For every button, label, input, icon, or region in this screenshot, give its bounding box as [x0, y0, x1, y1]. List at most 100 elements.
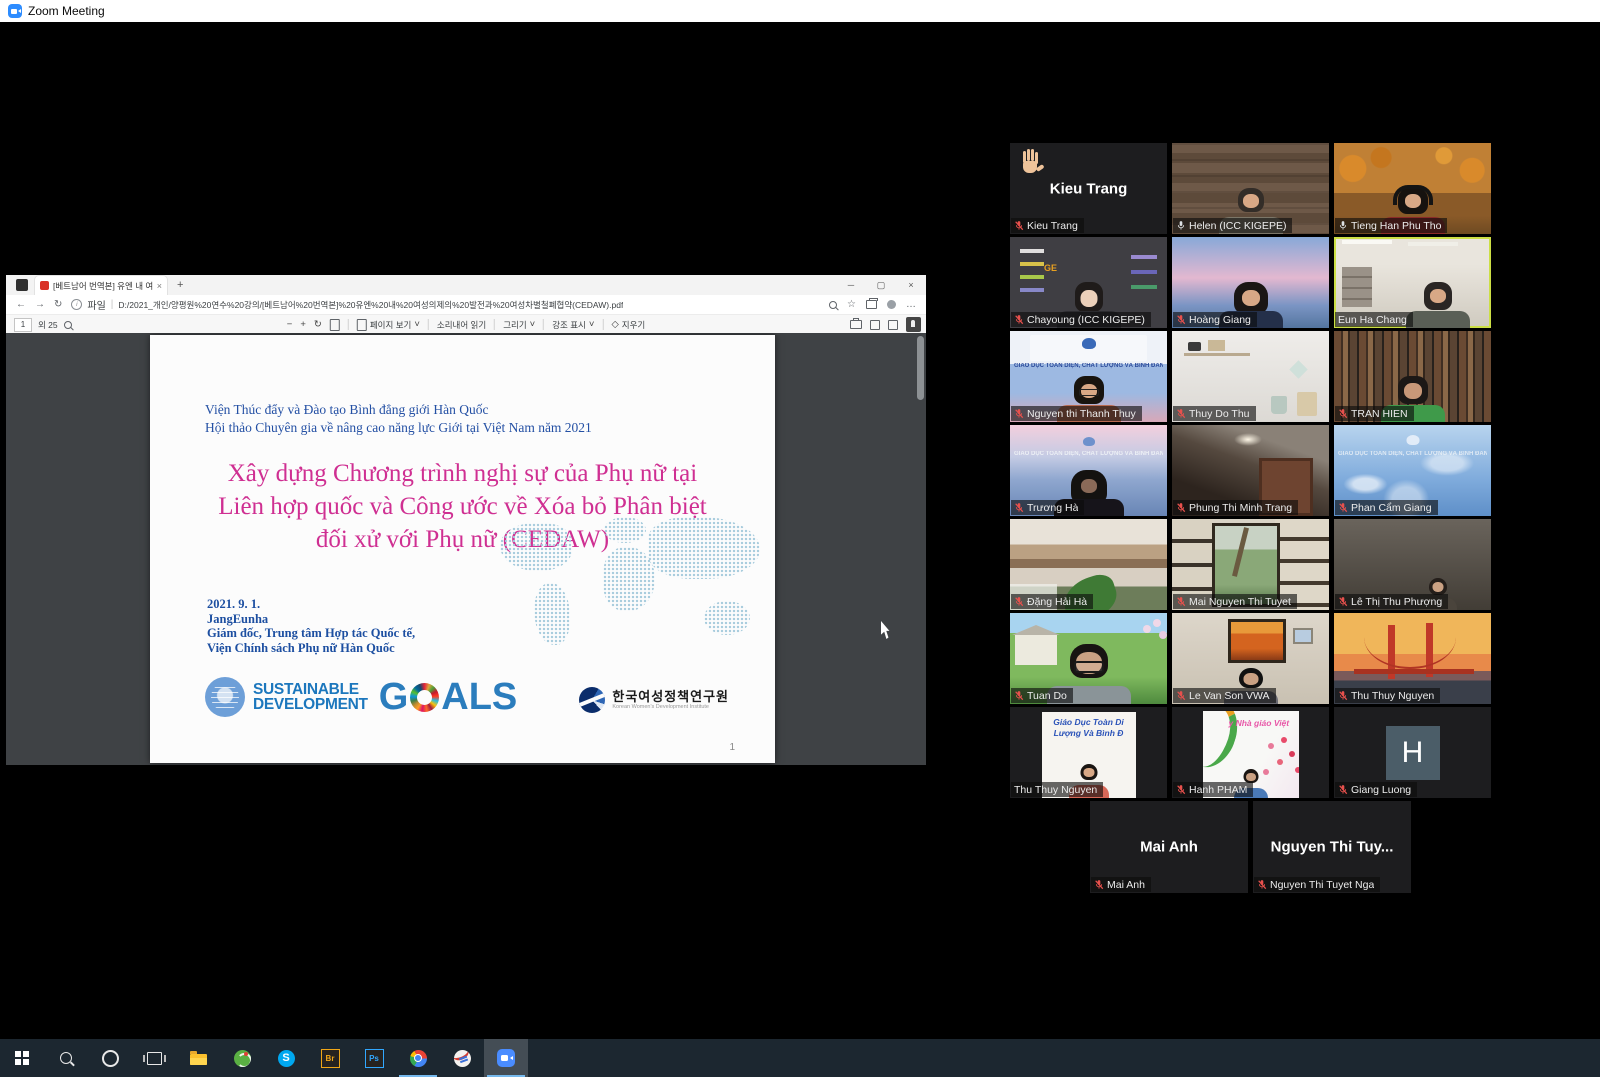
- taskbar-adobe-bridge[interactable]: Br: [308, 1039, 352, 1077]
- video-tile[interactable]: Đặng Hải Hà: [1010, 519, 1167, 610]
- new-tab-button[interactable]: +: [177, 279, 183, 291]
- taskbar-file-explorer[interactable]: [176, 1039, 220, 1077]
- highlight-button[interactable]: 강조 표시˅: [552, 319, 594, 331]
- kwdi-korean: 한국여성정책연구원: [612, 690, 729, 704]
- sdg-wheel-icon: [410, 683, 439, 712]
- taskbar-cortana[interactable]: [88, 1039, 132, 1077]
- scene-shape: [1234, 433, 1262, 446]
- zoom-in-button[interactable]: +: [300, 319, 306, 330]
- taskbar-zoom[interactable]: [484, 1039, 528, 1077]
- taskbar-search[interactable]: [44, 1039, 88, 1077]
- close-button[interactable]: ×: [896, 275, 926, 295]
- green-app-icon: [234, 1050, 251, 1067]
- participant-label: Nguyen thi Thanh Thuy: [1011, 406, 1142, 421]
- scene-shape: [1023, 161, 1037, 173]
- address-bar: ← → ↻ i 파일 | D:/2021_개인/양평원%20연수%20강의/[베…: [6, 295, 926, 315]
- video-tile[interactable]: GIÁO DỤC TOÀN DIỆN, CHẤT LƯỢNG VÀ BÌNH Đ…: [1010, 331, 1167, 422]
- zoom-search-icon[interactable]: [829, 301, 837, 309]
- video-tile[interactable]: Helen (ICC KIGEPE): [1172, 143, 1329, 234]
- video-tile[interactable]: Giáo Dục Toàn Di Lượng Và Bình Đ Thu Thu…: [1010, 707, 1167, 798]
- pdf-toolbar: 1 외 25 − + ↻ 페이지 보기˅ 소리내어 읽기 그리기˅ 강조 표시˅…: [6, 315, 926, 335]
- collections-icon[interactable]: [866, 300, 877, 309]
- scene-shape: [1364, 631, 1456, 669]
- taskbar-skype[interactable]: S: [264, 1039, 308, 1077]
- tab-close-icon[interactable]: ×: [157, 281, 162, 291]
- participant-label: Mai Anh: [1091, 877, 1151, 892]
- page-number-input[interactable]: 1: [14, 318, 32, 332]
- back-icon[interactable]: ←: [16, 299, 26, 310]
- mic-muted-icon: [1338, 784, 1348, 795]
- sdg-line2: DEVELOPMENT: [253, 697, 368, 713]
- taskbar-green-app[interactable]: [220, 1039, 264, 1077]
- video-tile[interactable]: Mai Anh Mai Anh: [1090, 801, 1248, 893]
- video-tile[interactable]: GE Chayoung (ICC KIGEPE): [1010, 237, 1167, 328]
- rotate-button[interactable]: ↻: [314, 319, 322, 330]
- taskbar-task-view[interactable]: [132, 1039, 176, 1077]
- scene-text: Giáo Dục Toàn Di: [1042, 717, 1136, 728]
- video-tile[interactable]: GIÁO DỤC TOÀN DIỆN, CHẤT LƯỢNG VÀ BÌNH Đ…: [1010, 425, 1167, 516]
- participant-label: Tuan Do: [1011, 688, 1073, 703]
- taskbar-chrome[interactable]: [396, 1039, 440, 1077]
- video-tile[interactable]: Tieng Han Phu Tho: [1334, 143, 1491, 234]
- draw-button[interactable]: 그리기˅: [503, 319, 535, 331]
- video-tile[interactable]: Hoàng Giang: [1172, 237, 1329, 328]
- slide-role-line2: Viện Chính sách Phụ nữ Hàn Quốc: [207, 641, 415, 656]
- video-tile[interactable]: Mai Nguyen Thi Tuyet: [1172, 519, 1329, 610]
- pdf-search-icon[interactable]: [64, 321, 72, 329]
- video-tile[interactable]: Le Van Son VWA: [1172, 613, 1329, 704]
- participant-label: Trương Hà: [1011, 500, 1084, 515]
- video-tile[interactable]: Nguyen Thi Tuy... Nguyen Thi Tuyet Nga: [1253, 801, 1411, 893]
- video-tile[interactable]: Lê Thị Thu Phượng: [1334, 519, 1491, 610]
- url-field[interactable]: i 파일 | D:/2021_개인/양평원%20연수%20강의/[베트남어%20…: [71, 297, 820, 312]
- participant-label: Mai Nguyen Thi Tuyet: [1173, 594, 1297, 609]
- erase-button[interactable]: ◇지우기: [611, 319, 645, 331]
- map-continent: [604, 517, 646, 543]
- taskbar-photoshop[interactable]: Ps: [352, 1039, 396, 1077]
- toolbar-pin-button[interactable]: [906, 317, 921, 332]
- browser-tab[interactable]: [베트남어 번역본] 유엔 내 여성... ×: [34, 275, 168, 295]
- video-tile[interactable]: Thu Thuy Nguyen: [1334, 613, 1491, 704]
- start-button[interactable]: [0, 1039, 44, 1077]
- slide-header-line2: Hội thảo Chuyên gia về nâng cao năng lực…: [205, 419, 592, 437]
- save-as-icon[interactable]: [888, 320, 898, 330]
- favorites-star-icon[interactable]: ☆: [847, 299, 856, 310]
- video-tile[interactable]: Eun Ha Chang: [1334, 237, 1491, 328]
- video-tile[interactable]: GIÁO DỤC TOÀN DIỆN, CHẤT LƯỢNG VÀ BÌNH Đ…: [1334, 425, 1491, 516]
- pdf-scrollbar-thumb[interactable]: [917, 336, 924, 400]
- skype-icon: S: [278, 1050, 295, 1067]
- video-gallery-grid: Kieu Trang Kieu Trang Helen (ICC KIGEPE)…: [1010, 143, 1491, 798]
- participant-label: Phan Cẩm Giang: [1335, 500, 1438, 515]
- save-icon[interactable]: [870, 320, 880, 330]
- browser-app-icon: [16, 279, 28, 291]
- video-tile[interactable]: Tuan Do: [1010, 613, 1167, 704]
- video-tile[interactable]: Phung Thi Minh Trang: [1172, 425, 1329, 516]
- maximize-button[interactable]: ▢: [866, 275, 896, 295]
- profile-icon[interactable]: [887, 300, 896, 309]
- participant-name: TRAN HIEN: [1351, 408, 1408, 420]
- minimize-button[interactable]: ─: [836, 275, 866, 295]
- forward-icon[interactable]: →: [35, 299, 45, 310]
- page-view-button[interactable]: 페이지 보기˅: [357, 319, 420, 331]
- fit-page-button[interactable]: [330, 319, 340, 331]
- taskbar-screen-capture[interactable]: [440, 1039, 484, 1077]
- zoom-out-button[interactable]: −: [287, 319, 293, 330]
- mic-muted-icon: [1014, 408, 1024, 419]
- read-aloud-button[interactable]: 소리내어 읽기: [437, 319, 486, 331]
- video-tile[interactable]: H Giang Luong: [1334, 707, 1491, 798]
- video-tile[interactable]: Kieu Trang Kieu Trang: [1010, 143, 1167, 234]
- kwdi-logo: 한국여성정책연구원 Korean Women's Development Ins…: [579, 687, 729, 713]
- pdf-viewport[interactable]: Viện Thúc đẩy và Đào tạo Bình đẳng giới …: [6, 333, 926, 765]
- refresh-icon[interactable]: ↻: [54, 299, 62, 310]
- video-tile[interactable]: y Nhà giáo Việt Hanh PHAM: [1172, 707, 1329, 798]
- video-tile[interactable]: TRAN HIEN: [1334, 331, 1491, 422]
- participant-name: Mai Nguyen Thi Tuyet: [1189, 596, 1291, 608]
- participant-name: Chayoung (ICC KIGEPE): [1027, 314, 1145, 326]
- more-menu-icon[interactable]: …: [906, 299, 916, 310]
- scene-shape: [1406, 435, 1419, 445]
- scene-shape: [1342, 267, 1372, 307]
- info-icon[interactable]: i: [71, 299, 82, 310]
- print-icon[interactable]: [850, 320, 862, 329]
- mic-muted-icon: [1338, 408, 1348, 419]
- scene-shape: [1246, 773, 1256, 781]
- video-tile[interactable]: Thuy Do Thu: [1172, 331, 1329, 422]
